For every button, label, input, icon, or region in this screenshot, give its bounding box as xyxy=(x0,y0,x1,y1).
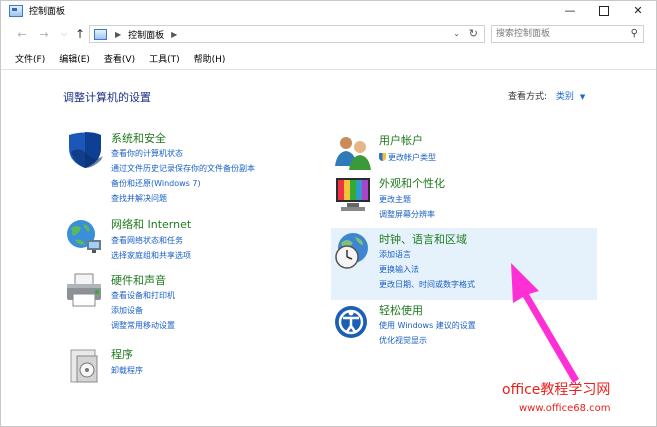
link-troubleshoot[interactable]: 查找并解决问题 xyxy=(111,193,167,204)
close-button[interactable]: ✕ xyxy=(621,1,655,20)
watermark-url: www.office68.com xyxy=(519,403,611,414)
control-panel-window: 控制面板 — ✕ ← → ⌵ ↑ ▶ 控制面板 ▶ ⌄ ↻ ⚲ 文件(F) 编辑… xyxy=(0,0,657,427)
back-arrow-icon[interactable]: ← xyxy=(15,26,29,42)
link-view-computer-status[interactable]: 查看你的计算机状态 xyxy=(111,148,183,159)
category-title[interactable]: 网络和 Internet xyxy=(111,216,191,232)
link-devices-printers[interactable]: 查看设备和打印机 xyxy=(111,290,175,301)
search-icon[interactable]: ⚲ xyxy=(631,28,638,39)
category-title[interactable]: 时钟、语言和区域 xyxy=(379,231,467,247)
maximize-icon xyxy=(599,5,609,16)
uac-shield-icon xyxy=(379,153,386,161)
link-label: 更改帐户类型 xyxy=(388,153,436,162)
monitor-icon[interactable] xyxy=(333,175,373,215)
menu-view[interactable]: 查看(V) xyxy=(104,52,135,68)
printer-icon[interactable] xyxy=(65,272,105,312)
close-icon: ✕ xyxy=(633,4,643,17)
menu-bar: 文件(F) 编辑(E) 查看(V) 工具(T) 帮助(H) xyxy=(1,52,656,68)
menu-help[interactable]: 帮助(H) xyxy=(194,52,226,68)
category-title[interactable]: 外观和个性化 xyxy=(379,175,445,191)
breadcrumb-chevron-icon[interactable]: ▶ xyxy=(171,30,177,39)
programs-icon[interactable] xyxy=(65,346,105,386)
minimize-button[interactable]: — xyxy=(553,1,587,20)
link-optimize-visual[interactable]: 优化视觉显示 xyxy=(379,335,427,346)
shield-icon[interactable] xyxy=(65,130,105,170)
link-mobility-settings[interactable]: 调整常用移动设置 xyxy=(111,320,175,331)
maximize-button[interactable] xyxy=(587,1,621,20)
category-title[interactable]: 用户帐户 xyxy=(379,132,423,148)
link-change-account-type[interactable]: 更改帐户类型 xyxy=(379,152,436,163)
view-by: 查看方式: 类别 ▼ xyxy=(508,89,585,102)
clock-globe-icon[interactable] xyxy=(333,231,373,271)
watermark-title: office教程学习网 xyxy=(502,382,611,398)
address-bar[interactable]: ▶ 控制面板 ▶ ⌄ ↻ xyxy=(89,25,485,43)
title-bar[interactable]: 控制面板 — ✕ xyxy=(1,1,656,20)
forward-arrow-icon[interactable]: → xyxy=(37,26,51,42)
breadcrumb-control-panel[interactable]: 控制面板 xyxy=(128,28,164,41)
link-add-language[interactable]: 添加语言 xyxy=(379,249,411,260)
link-change-theme[interactable]: 更改主题 xyxy=(379,194,411,205)
link-file-history[interactable]: 通过文件历史记录保存你的文件备份副本 xyxy=(111,163,255,174)
link-screen-resolution[interactable]: 调整屏幕分辨率 xyxy=(379,209,435,220)
navigation-bar: ← → ⌵ ↑ ▶ 控制面板 ▶ ⌄ ↻ ⚲ xyxy=(1,23,656,47)
up-arrow-icon[interactable]: ↑ xyxy=(73,26,87,42)
address-dropdown-icon[interactable]: ⌄ xyxy=(453,29,460,38)
refresh-icon[interactable]: ↻ xyxy=(469,27,478,40)
minimize-icon: — xyxy=(564,4,576,17)
link-network-status[interactable]: 查看网络状态和任务 xyxy=(111,235,183,246)
view-by-dropdown[interactable]: 类别 xyxy=(556,92,574,102)
category-title[interactable]: 系统和安全 xyxy=(111,130,166,146)
link-add-device[interactable]: 添加设备 xyxy=(111,305,143,316)
menu-tools[interactable]: 工具(T) xyxy=(149,52,180,68)
recent-locations-chevron-icon[interactable]: ⌵ xyxy=(57,26,71,42)
control-panel-icon xyxy=(9,4,23,17)
users-icon[interactable] xyxy=(333,132,373,172)
link-change-input-method[interactable]: 更换输入法 xyxy=(379,264,419,275)
search-input[interactable] xyxy=(496,27,626,41)
ease-of-access-icon[interactable] xyxy=(333,302,373,342)
menu-edit[interactable]: 编辑(E) xyxy=(59,52,90,68)
category-title[interactable]: 硬件和声音 xyxy=(111,272,166,288)
menu-divider xyxy=(1,69,656,70)
globe-network-icon[interactable] xyxy=(65,216,105,256)
menu-file[interactable]: 文件(F) xyxy=(15,52,45,68)
link-windows-recommended[interactable]: 使用 Windows 建议的设置 xyxy=(379,320,476,331)
link-homegroup-sharing[interactable]: 选择家庭组和共享选项 xyxy=(111,250,191,261)
link-date-time-format[interactable]: 更改日期、时间或数字格式 xyxy=(379,279,475,290)
link-backup-restore[interactable]: 备份和还原(Windows 7) xyxy=(111,178,201,189)
category-title[interactable]: 程序 xyxy=(111,346,133,362)
view-by-label: 查看方式: xyxy=(508,92,548,102)
breadcrumb-chevron-icon[interactable]: ▶ xyxy=(115,30,121,39)
window-title: 控制面板 xyxy=(29,7,66,17)
link-uninstall-program[interactable]: 卸载程序 xyxy=(111,365,143,376)
dropdown-arrow-icon[interactable]: ▼ xyxy=(580,93,585,101)
page-title: 调整计算机的设置 xyxy=(63,91,151,104)
control-panel-small-icon xyxy=(94,28,107,40)
category-title[interactable]: 轻松使用 xyxy=(379,302,423,318)
search-box[interactable]: ⚲ xyxy=(491,25,644,43)
